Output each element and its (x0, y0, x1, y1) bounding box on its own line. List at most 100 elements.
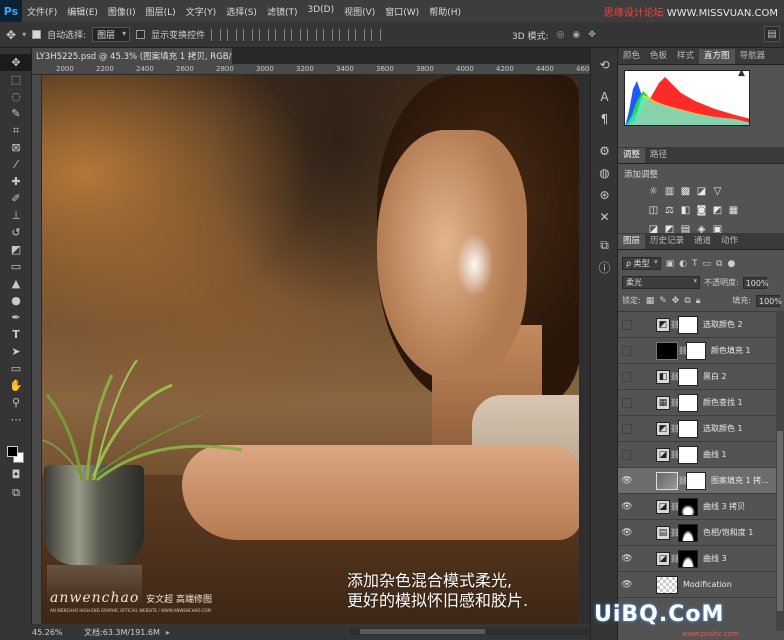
show-transform-checkbox[interactable] (136, 30, 146, 39)
paragraph-panel-icon[interactable]: ¶ (591, 108, 618, 130)
mask-link-icon[interactable]: ⛓︎ (670, 424, 680, 433)
auto-select-checkbox[interactable] (32, 30, 42, 39)
filter-smart-object-icon[interactable]: ⧉ (716, 259, 722, 269)
layer-row[interactable]: ◧ ⛓︎ 黑白 2 (618, 364, 776, 390)
adjustment-layer-icon[interactable]: ◪ (656, 551, 670, 566)
quick-mask-icon[interactable]: ◘ (0, 466, 32, 483)
adjustment-icon[interactable]: ▽ (712, 186, 723, 197)
panel-tab[interactable]: 颜色 (618, 49, 645, 64)
more-tools-icon[interactable]: ⋯ (0, 411, 32, 428)
filter-type-icon[interactable]: T (692, 259, 698, 269)
lock-artboard-icon[interactable]: ⧉ (684, 296, 690, 306)
visibility-eye-icon[interactable]: 👁︎ (618, 468, 636, 494)
zoom-tool-icon[interactable]: ⚲ (0, 394, 32, 411)
panel-tab[interactable]: 调整 (618, 148, 646, 163)
marquee-tool-icon[interactable]: ⬚ (0, 71, 32, 88)
move-tool-icon[interactable]: ✥ (6, 28, 16, 42)
blend-mode-dropdown[interactable]: 柔光 (622, 276, 700, 289)
distribute-bottom-icon[interactable] (339, 28, 350, 41)
menu-item[interactable]: 帮助(H) (424, 5, 466, 18)
adjustment-icon[interactable]: ◪ (696, 186, 707, 197)
adjustment-icon[interactable]: ◩ (712, 205, 723, 216)
filter-pixel-icon[interactable]: ▣ (666, 259, 675, 269)
align-middle-icon[interactable] (227, 28, 238, 41)
visibility-eye-icon[interactable]: 👁︎ (618, 494, 636, 520)
healing-brush-tool-icon[interactable]: ✚ (0, 173, 32, 190)
panel-tab[interactable]: 通道 (689, 234, 716, 249)
properties-panel-icon[interactable]: ⚙ (591, 140, 618, 162)
panel-tab[interactable]: 色板 (645, 49, 672, 64)
lasso-tool-icon[interactable]: ◌ (0, 88, 32, 105)
layer-row[interactable]: ◩ ⛓︎ 选取颜色 1 (618, 416, 776, 442)
info-panel-icon[interactable]: ⓘ (591, 256, 618, 278)
mask-link-icon[interactable]: ⛓︎ (670, 398, 680, 407)
layer-name[interactable]: 黑白 2 (703, 371, 727, 382)
workspace-switcher-icon[interactable]: ▤ (764, 26, 780, 42)
layer-name[interactable]: 曲线 3 拷贝 (703, 501, 745, 512)
align-center-icon[interactable] (275, 28, 286, 41)
distribute-center-icon[interactable] (371, 28, 382, 41)
visibility-eye-icon[interactable] (618, 312, 636, 338)
lock-all-icon[interactable]: 🔒︎ (696, 296, 701, 306)
horizontal-ruler[interactable]: 2000 2200 2400 2600 2800 3000 3200 3400 3600 3800… (32, 64, 590, 75)
layer-name[interactable]: 选取颜色 2 (703, 319, 743, 330)
color-swatches[interactable] (5, 444, 27, 466)
mask-link-icon[interactable]: ⛓︎ (670, 450, 680, 459)
hand-tool-icon[interactable]: ✋ (0, 377, 32, 394)
fill-input[interactable]: 100% (756, 294, 782, 307)
menu-item[interactable]: 图层(L) (141, 5, 181, 18)
layer-mask-thumbnail[interactable] (678, 393, 698, 412)
adjustment-layer-icon[interactable]: ▤ (656, 525, 670, 540)
path-select-tool-icon[interactable]: ➤ (0, 343, 32, 360)
frame-tool-icon[interactable]: ⊠ (0, 139, 32, 156)
shape-tool-icon[interactable]: ▭ (0, 360, 32, 377)
auto-select-dropdown[interactable]: 图层 (92, 27, 131, 42)
panel-tab[interactable]: 直方图 (699, 49, 735, 64)
lock-transparent-icon[interactable]: ▦ (646, 296, 655, 306)
layer-name[interactable]: 曲线 1 (703, 449, 727, 460)
menu-item[interactable]: 选择(S) (221, 5, 262, 18)
3d-drag-icon[interactable]: ✥ (588, 30, 596, 40)
tool-preset-chevron-icon[interactable]: ▾ (22, 30, 26, 39)
layer-row[interactable]: 👁︎ ◪ ⛓︎ 曲线 3 (618, 546, 776, 572)
visibility-eye-icon[interactable]: 👁︎ (618, 572, 636, 598)
filter-adjustment-icon[interactable]: ◐ (679, 259, 687, 269)
layer-row[interactable]: 👁︎ Modification (618, 572, 776, 598)
menu-item[interactable]: 文件(F) (22, 5, 62, 18)
layers-scrollbar[interactable] (776, 311, 784, 631)
adjustment-layer-icon[interactable]: ◪ (656, 447, 670, 462)
canvas-horizontal-scrollbar[interactable] (350, 628, 590, 635)
distribute-middle-icon[interactable] (323, 28, 334, 41)
adjustment-icon[interactable]: ◧ (680, 205, 691, 216)
filter-shape-icon[interactable]: ▭ (703, 259, 712, 269)
pattern-layer-thumbnail[interactable] (656, 471, 678, 490)
layer-name[interactable]: 颜色查找 1 (703, 397, 743, 408)
layer-name[interactable]: 选取颜色 1 (703, 423, 743, 434)
adjustment-icon[interactable]: ▩ (680, 186, 691, 197)
layer-mask-thumbnail[interactable] (678, 497, 698, 516)
mask-link-icon[interactable]: ⛓︎ (670, 554, 680, 563)
layer-row[interactable]: ⛓︎ 颜色填充 1 (618, 338, 776, 364)
brush-tool-icon[interactable]: ✐ (0, 190, 32, 207)
opacity-input[interactable]: 100% (742, 276, 769, 289)
history-panel-icon[interactable]: ⟲ (591, 54, 618, 76)
3d-rotate-icon[interactable]: ◎ (557, 30, 565, 40)
mask-link-icon[interactable]: ⛓︎ (670, 528, 680, 537)
adjustment-icon[interactable]: ☼ (648, 186, 659, 197)
panel-tab[interactable]: 历史记录 (645, 234, 689, 249)
adjustment-layer-icon[interactable]: ◩ (656, 421, 670, 436)
menu-item[interactable]: 图像(I) (103, 5, 141, 18)
align-left-icon[interactable] (259, 28, 270, 41)
align-bottom-icon[interactable] (243, 28, 254, 41)
layer-mask-thumbnail[interactable] (678, 367, 698, 386)
visibility-eye-icon[interactable] (618, 338, 636, 364)
visibility-eye-icon[interactable]: 👁︎ (618, 520, 636, 546)
panel-tab[interactable]: 路径 (645, 148, 672, 163)
visibility-eye-icon[interactable] (618, 364, 636, 390)
mask-link-icon[interactable]: ⛓︎ (670, 320, 680, 329)
screen-mode-icon[interactable]: ⧉ (0, 484, 32, 501)
panel-tab[interactable]: 动作 (716, 234, 743, 249)
scrollbar-thumb[interactable] (360, 629, 485, 634)
distribute-top-icon[interactable] (307, 28, 318, 41)
canvas-area[interactable]: 添加杂色混合模式柔光, 更好的模拟怀旧感和胶片. anwenchao 安文超 高… (42, 75, 590, 624)
